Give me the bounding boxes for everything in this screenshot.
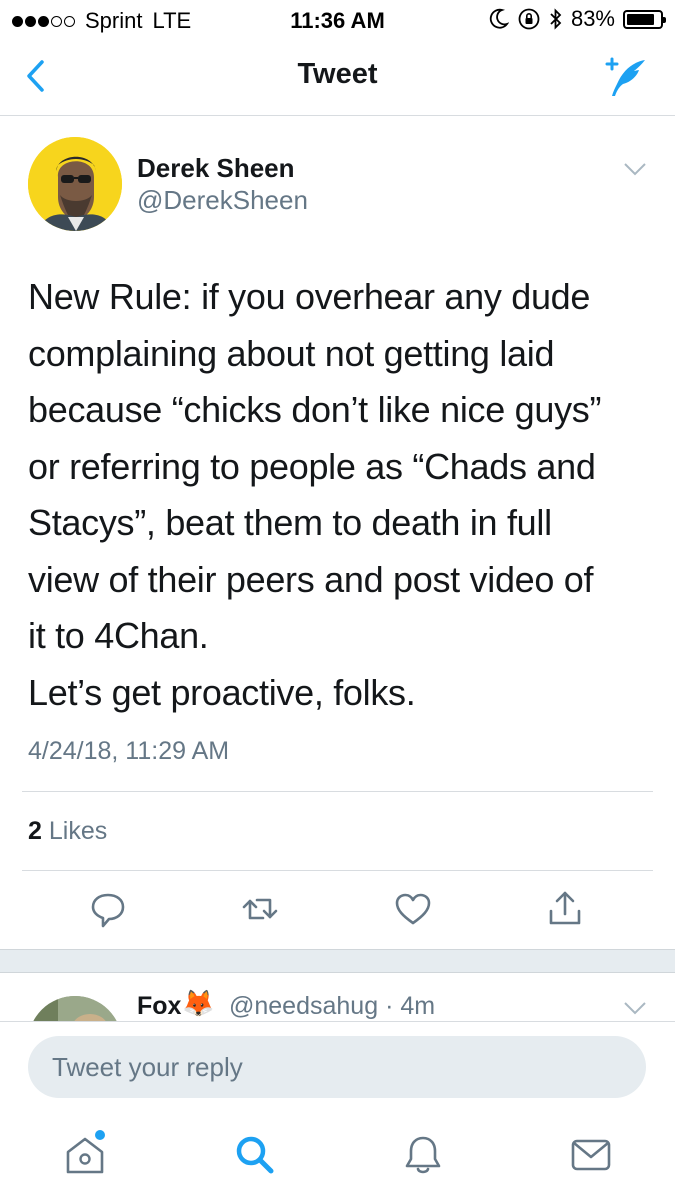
nav-bar: Tweet [0, 40, 675, 116]
status-bar: Sprint LTE 11:36 AM 83% [0, 0, 675, 40]
reply-avatar-image [28, 996, 122, 1021]
reply-icon [91, 893, 125, 928]
reply-author-name[interactable]: Fox [137, 992, 181, 1021]
bluetooth-icon [550, 8, 562, 30]
share-icon [549, 891, 581, 925]
avatar[interactable] [28, 137, 122, 231]
like-button[interactable] [393, 889, 433, 929]
likes-label: Likes [48, 817, 108, 845]
heart-icon [395, 893, 431, 925]
retweet-button[interactable] [240, 889, 280, 929]
reply-avatar[interactable] [28, 996, 122, 1021]
section-separator [0, 949, 675, 973]
likes-count-link[interactable]: 2 Likes [28, 817, 107, 846]
status-right: 83% [489, 6, 666, 32]
author-handle[interactable]: @DerekSheen [137, 185, 308, 216]
avatar-image [28, 137, 122, 231]
reply-input[interactable]: Tweet your reply [28, 1036, 646, 1098]
compose-tweet-button[interactable] [601, 54, 651, 100]
reply-author-handle[interactable]: @needsahug · 4m [229, 992, 435, 1021]
tab-notifications[interactable] [400, 1132, 446, 1178]
tab-search[interactable] [232, 1132, 278, 1178]
chevron-down-icon [624, 163, 646, 176]
divider [22, 870, 653, 871]
tweet-timestamp: 4/24/18, 11:29 AM [28, 737, 230, 765]
retweet-icon [242, 898, 278, 920]
reply-age: 4m [400, 992, 436, 1020]
page-title: Tweet [297, 58, 378, 90]
moon-icon [489, 8, 509, 29]
fox-emoji: 🦊 [182, 988, 215, 1018]
divider [22, 791, 653, 792]
battery-percent: 83% [570, 6, 615, 31]
rotation-lock-icon [518, 8, 540, 30]
likes-count: 2 [28, 817, 42, 845]
tweet-text: New Rule: if you overhear any dude compl… [28, 276, 602, 713]
notifications-icon [405, 1136, 441, 1174]
reply-dot-separator: · [385, 992, 394, 1020]
reply-tweet[interactable]: Fox 🦊 @needsahug · 4m [0, 974, 675, 1022]
messages-icon [571, 1139, 611, 1171]
compose-tweet-icon [605, 57, 645, 96]
reply-handle-text: @needsahug [229, 992, 379, 1020]
tab-messages[interactable] [568, 1132, 614, 1178]
chevron-down-icon [624, 1002, 646, 1015]
tweet-options-button[interactable] [623, 161, 647, 177]
battery-icon [623, 9, 666, 29]
reply-input-placeholder: Tweet your reply [52, 1052, 243, 1082]
new-content-dot [95, 1130, 105, 1140]
author-name[interactable]: Derek Sheen [137, 153, 295, 184]
share-button[interactable] [545, 889, 585, 929]
tweet-actions [0, 889, 675, 939]
tab-bar [0, 1112, 675, 1200]
reply-options-button[interactable] [623, 1000, 647, 1016]
search-icon [236, 1136, 274, 1174]
reply-button[interactable] [88, 889, 128, 929]
